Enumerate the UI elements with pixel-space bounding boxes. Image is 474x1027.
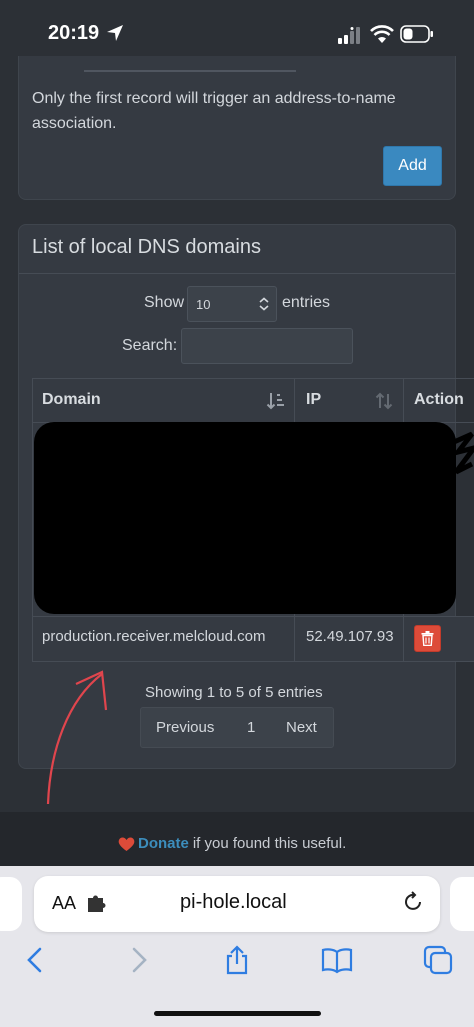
ip-input-bottom-edge xyxy=(84,70,296,72)
ip-cell: 52.49.107.93 xyxy=(306,628,394,645)
back-icon[interactable] xyxy=(20,944,52,976)
column-divider xyxy=(403,617,404,661)
cellular-signal-icon xyxy=(338,27,360,44)
reload-icon[interactable] xyxy=(402,891,424,913)
search-input[interactable] xyxy=(181,328,353,364)
next-page-button[interactable]: Next xyxy=(286,719,317,736)
donate-suffix: if you found this useful. xyxy=(192,835,347,852)
next-tab-preview[interactable] xyxy=(450,877,474,931)
location-arrow-icon xyxy=(107,25,123,41)
sort-both-icon[interactable] xyxy=(374,391,394,411)
redacted-rows-overlay xyxy=(34,422,456,614)
annotation-arrow xyxy=(46,670,108,805)
status-time: 20:19 xyxy=(48,22,100,44)
donate-message: Donate if you found this useful. xyxy=(118,835,346,852)
battery-icon xyxy=(400,25,433,43)
trash-icon xyxy=(421,631,434,646)
select-chevron-icon xyxy=(259,297,269,311)
page-settings-button[interactable]: AA xyxy=(52,893,76,914)
url-text[interactable]: pi-hole.local xyxy=(180,891,287,914)
domain-cell: production.receiver.melcloud.com xyxy=(42,628,266,645)
delete-button[interactable] xyxy=(414,625,441,652)
previous-tab-preview[interactable] xyxy=(0,877,22,931)
extension-icon[interactable] xyxy=(85,894,107,914)
panel-header-divider xyxy=(19,273,455,274)
search-label: Search: xyxy=(122,337,178,354)
column-divider xyxy=(294,617,295,661)
share-icon[interactable] xyxy=(221,944,253,976)
donate-link[interactable]: Donate xyxy=(138,835,189,852)
entries-per-page-value: 10 xyxy=(196,297,211,312)
redaction-scribble xyxy=(452,431,474,475)
entries-label: entries xyxy=(282,294,331,311)
forward-icon[interactable] xyxy=(122,944,154,976)
panel-title: List of local DNS domains xyxy=(32,236,261,258)
bookmarks-icon[interactable] xyxy=(321,944,353,976)
tabs-icon[interactable] xyxy=(422,944,454,976)
help-text: Only the first record will trigger an ad… xyxy=(32,90,396,132)
heart-icon xyxy=(118,837,135,851)
add-button[interactable]: Add xyxy=(383,146,442,186)
current-page-button[interactable]: 1 xyxy=(247,719,255,736)
previous-page-button[interactable]: Previous xyxy=(156,719,214,736)
column-header-domain[interactable]: Domain xyxy=(42,378,101,422)
column-header-action: Action xyxy=(414,391,464,408)
show-label: Show xyxy=(144,294,185,311)
table-info: Showing 1 to 5 of 5 entries xyxy=(145,684,323,701)
column-header-ip[interactable]: IP xyxy=(306,378,321,422)
home-indicator xyxy=(154,1011,321,1016)
sort-descending-icon[interactable] xyxy=(266,391,286,411)
wifi-icon xyxy=(370,25,394,43)
